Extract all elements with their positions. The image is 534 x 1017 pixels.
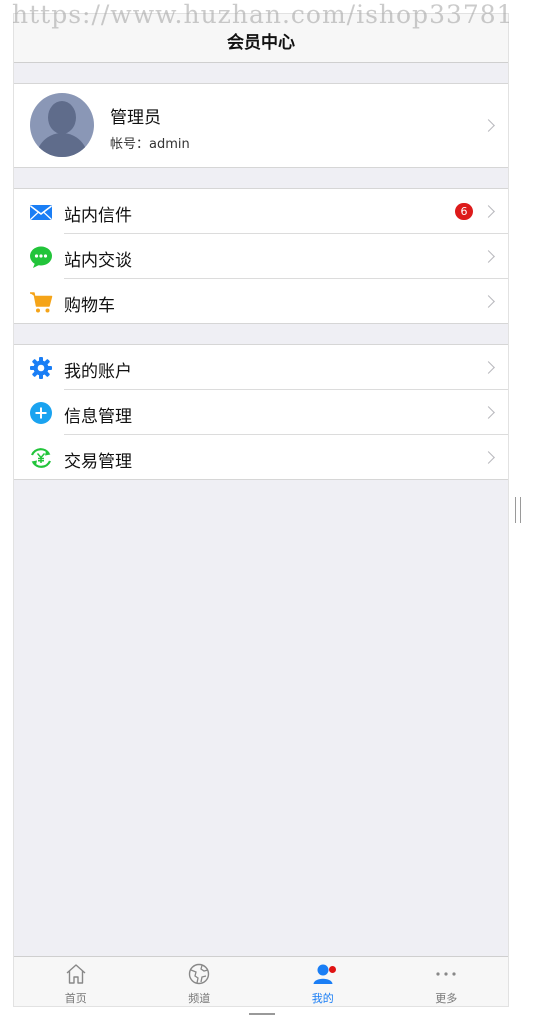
home-indicator [249, 1013, 275, 1015]
menu-item-label: 购物车 [64, 296, 115, 316]
tab-label: 频道 [188, 992, 211, 1005]
menu-item-label: 站内信件 [64, 206, 132, 226]
unread-badge: 6 [455, 203, 473, 220]
menu-item-label: 站内交谈 [64, 251, 132, 271]
chevron-right-icon [482, 119, 495, 132]
globe-icon [189, 963, 210, 985]
menu-item-trade-management[interactable]: 交易管理 [14, 435, 508, 480]
plus-circle-icon [29, 401, 53, 425]
menu-group-messages: 站内信件 6 站内交谈 购物车 [14, 188, 508, 324]
chevron-right-icon [482, 250, 495, 263]
menu-item-mail[interactable]: 站内信件 6 [14, 189, 508, 234]
chevron-right-icon [482, 406, 495, 419]
mail-icon [29, 200, 53, 224]
menu-item-info-management[interactable]: 信息管理 [14, 390, 508, 435]
chevron-right-icon [482, 295, 495, 308]
app-frame: 会员中心 管理员 帐号：admin 站内信件 6 站内交谈 购物车 我的账户 信… [13, 13, 509, 1007]
home-icon [66, 964, 86, 984]
menu-item-my-account[interactable]: 我的账户 [14, 345, 508, 390]
profile-account: 帐号：admin [110, 137, 190, 152]
yuan-exchange-icon [29, 446, 53, 470]
avatar [30, 93, 94, 157]
top-nav-bar: 会员中心 [14, 14, 508, 63]
cart-icon [29, 290, 53, 314]
chevron-right-icon [482, 451, 495, 464]
gear-icon [29, 356, 53, 380]
more-dots-icon [436, 972, 456, 976]
tab-label: 更多 [435, 992, 458, 1005]
tab-more[interactable]: 更多 [385, 957, 509, 1006]
chevron-right-icon [482, 205, 495, 218]
profile-name: 管理员 [110, 108, 161, 128]
bottom-tab-bar: 首页 频道 我的 更多 [14, 956, 508, 1006]
menu-item-label: 我的账户 [64, 362, 132, 382]
chat-icon [29, 245, 53, 269]
menu-item-chat[interactable]: 站内交谈 [14, 234, 508, 279]
tab-label: 我的 [311, 992, 334, 1005]
menu-item-label: 交易管理 [64, 452, 132, 472]
tab-channel[interactable]: 频道 [138, 957, 262, 1006]
menu-item-label: 信息管理 [64, 407, 132, 427]
profile-card[interactable]: 管理员 帐号：admin [14, 83, 508, 168]
notification-dot [329, 966, 336, 973]
chevron-right-icon [482, 361, 495, 374]
menu-group-account: 我的账户 信息管理 交易管理 [14, 344, 508, 480]
tab-mine[interactable]: 我的 [261, 957, 385, 1006]
menu-item-cart[interactable]: 购物车 [14, 279, 508, 324]
page-title: 会员中心 [227, 33, 295, 53]
resize-handle[interactable] [515, 497, 521, 523]
tab-label: 首页 [64, 992, 87, 1005]
tab-home[interactable]: 首页 [14, 957, 138, 1006]
